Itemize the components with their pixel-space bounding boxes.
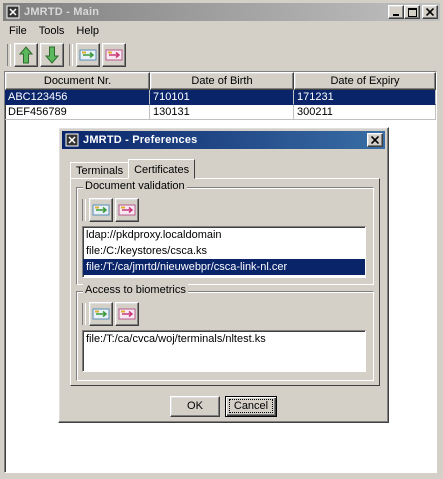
main-toolbar [4,41,128,69]
maximize-icon[interactable] [404,5,420,19]
column-header-date-of-birth[interactable]: Date of Birth [150,72,294,90]
card-add-icon[interactable] [89,302,113,326]
list-item[interactable]: file:/T:/ca/cvca/woj/terminals/nltest.ks [83,331,365,347]
toolbar-grip [7,44,11,66]
toolbar-grip [82,199,86,221]
menu-help[interactable]: Help [70,22,105,40]
card-remove-icon[interactable] [102,43,126,67]
cancel-button-label: Cancel [228,399,274,413]
cell-date-of-birth: 710101 [150,90,294,105]
toolbar-grip [82,303,86,325]
table-header: Document Nr. Date of Birth Date of Expir… [5,72,436,90]
menubar: File Tools Help [3,22,105,40]
column-header-document-nr[interactable]: Document Nr. [5,72,150,90]
table-row[interactable]: ABC123456 710101 171231 [5,90,436,105]
cell-date-of-expiry: 171231 [294,90,436,105]
tab-terminals[interactable]: Terminals [70,162,130,179]
minimize-icon[interactable] [388,5,404,19]
main-title: JMRTD - Main [24,6,100,18]
arrow-up-icon[interactable] [14,43,38,67]
list-item[interactable]: file:/T:/ca/jmrtd/nieuwebpr/csca-link-nl… [83,259,365,275]
menu-tools[interactable]: Tools [33,22,71,40]
dialog-title: JMRTD - Preferences [83,134,198,146]
card-remove-icon[interactable] [115,198,139,222]
cell-document-nr: DEF456789 [5,105,150,120]
cancel-button[interactable]: Cancel [225,396,277,417]
menu-file[interactable]: File [3,22,33,40]
document-validation-legend: Document validation [83,180,187,192]
document-validation-group: Document validation ldap://pkdproxy.loca… [76,180,374,285]
app-icon [5,4,21,20]
list-item[interactable]: file:/C:/keystores/csca.ks [83,243,365,259]
card-add-icon[interactable] [89,198,113,222]
access-to-biometrics-list[interactable]: file:/T:/ca/cvca/woj/terminals/nltest.ks [82,330,366,372]
list-item[interactable]: ldap://pkdproxy.localdomain [83,227,365,243]
tab-certificates[interactable]: Certificates [128,159,196,179]
dialog-titlebar[interactable]: JMRTD - Preferences [62,131,385,149]
column-header-date-of-expiry[interactable]: Date of Expiry [294,72,436,90]
card-remove-icon[interactable] [115,302,139,326]
close-icon[interactable] [422,5,438,19]
toolbar-separator [69,44,73,66]
access-to-biometrics-toolbar [82,302,141,326]
ok-button[interactable]: OK [170,396,220,417]
card-add-icon[interactable] [76,43,100,67]
tab-strip: Terminals Certificates [70,159,196,179]
cell-document-nr: ABC123456 [5,90,150,105]
table-row[interactable]: DEF456789 130131 300211 [5,105,436,120]
document-validation-list[interactable]: ldap://pkdproxy.localdomain file:/C:/key… [82,226,366,278]
close-icon[interactable] [367,133,383,147]
document-validation-toolbar [82,198,141,222]
access-to-biometrics-group: Access to biometrics file:/T:/ca/cvca/wo… [76,284,374,381]
cell-date-of-expiry: 300211 [294,105,436,120]
app-icon [64,132,80,148]
preferences-dialog: JMRTD - Preferences Terminals Certificat… [58,127,389,423]
certificates-panel: Document validation ldap://pkdproxy.loca… [70,178,380,386]
main-titlebar[interactable]: JMRTD - Main [3,3,440,21]
cell-date-of-birth: 130131 [150,105,294,120]
access-to-biometrics-legend: Access to biometrics [83,284,188,296]
arrow-down-icon[interactable] [40,43,64,67]
